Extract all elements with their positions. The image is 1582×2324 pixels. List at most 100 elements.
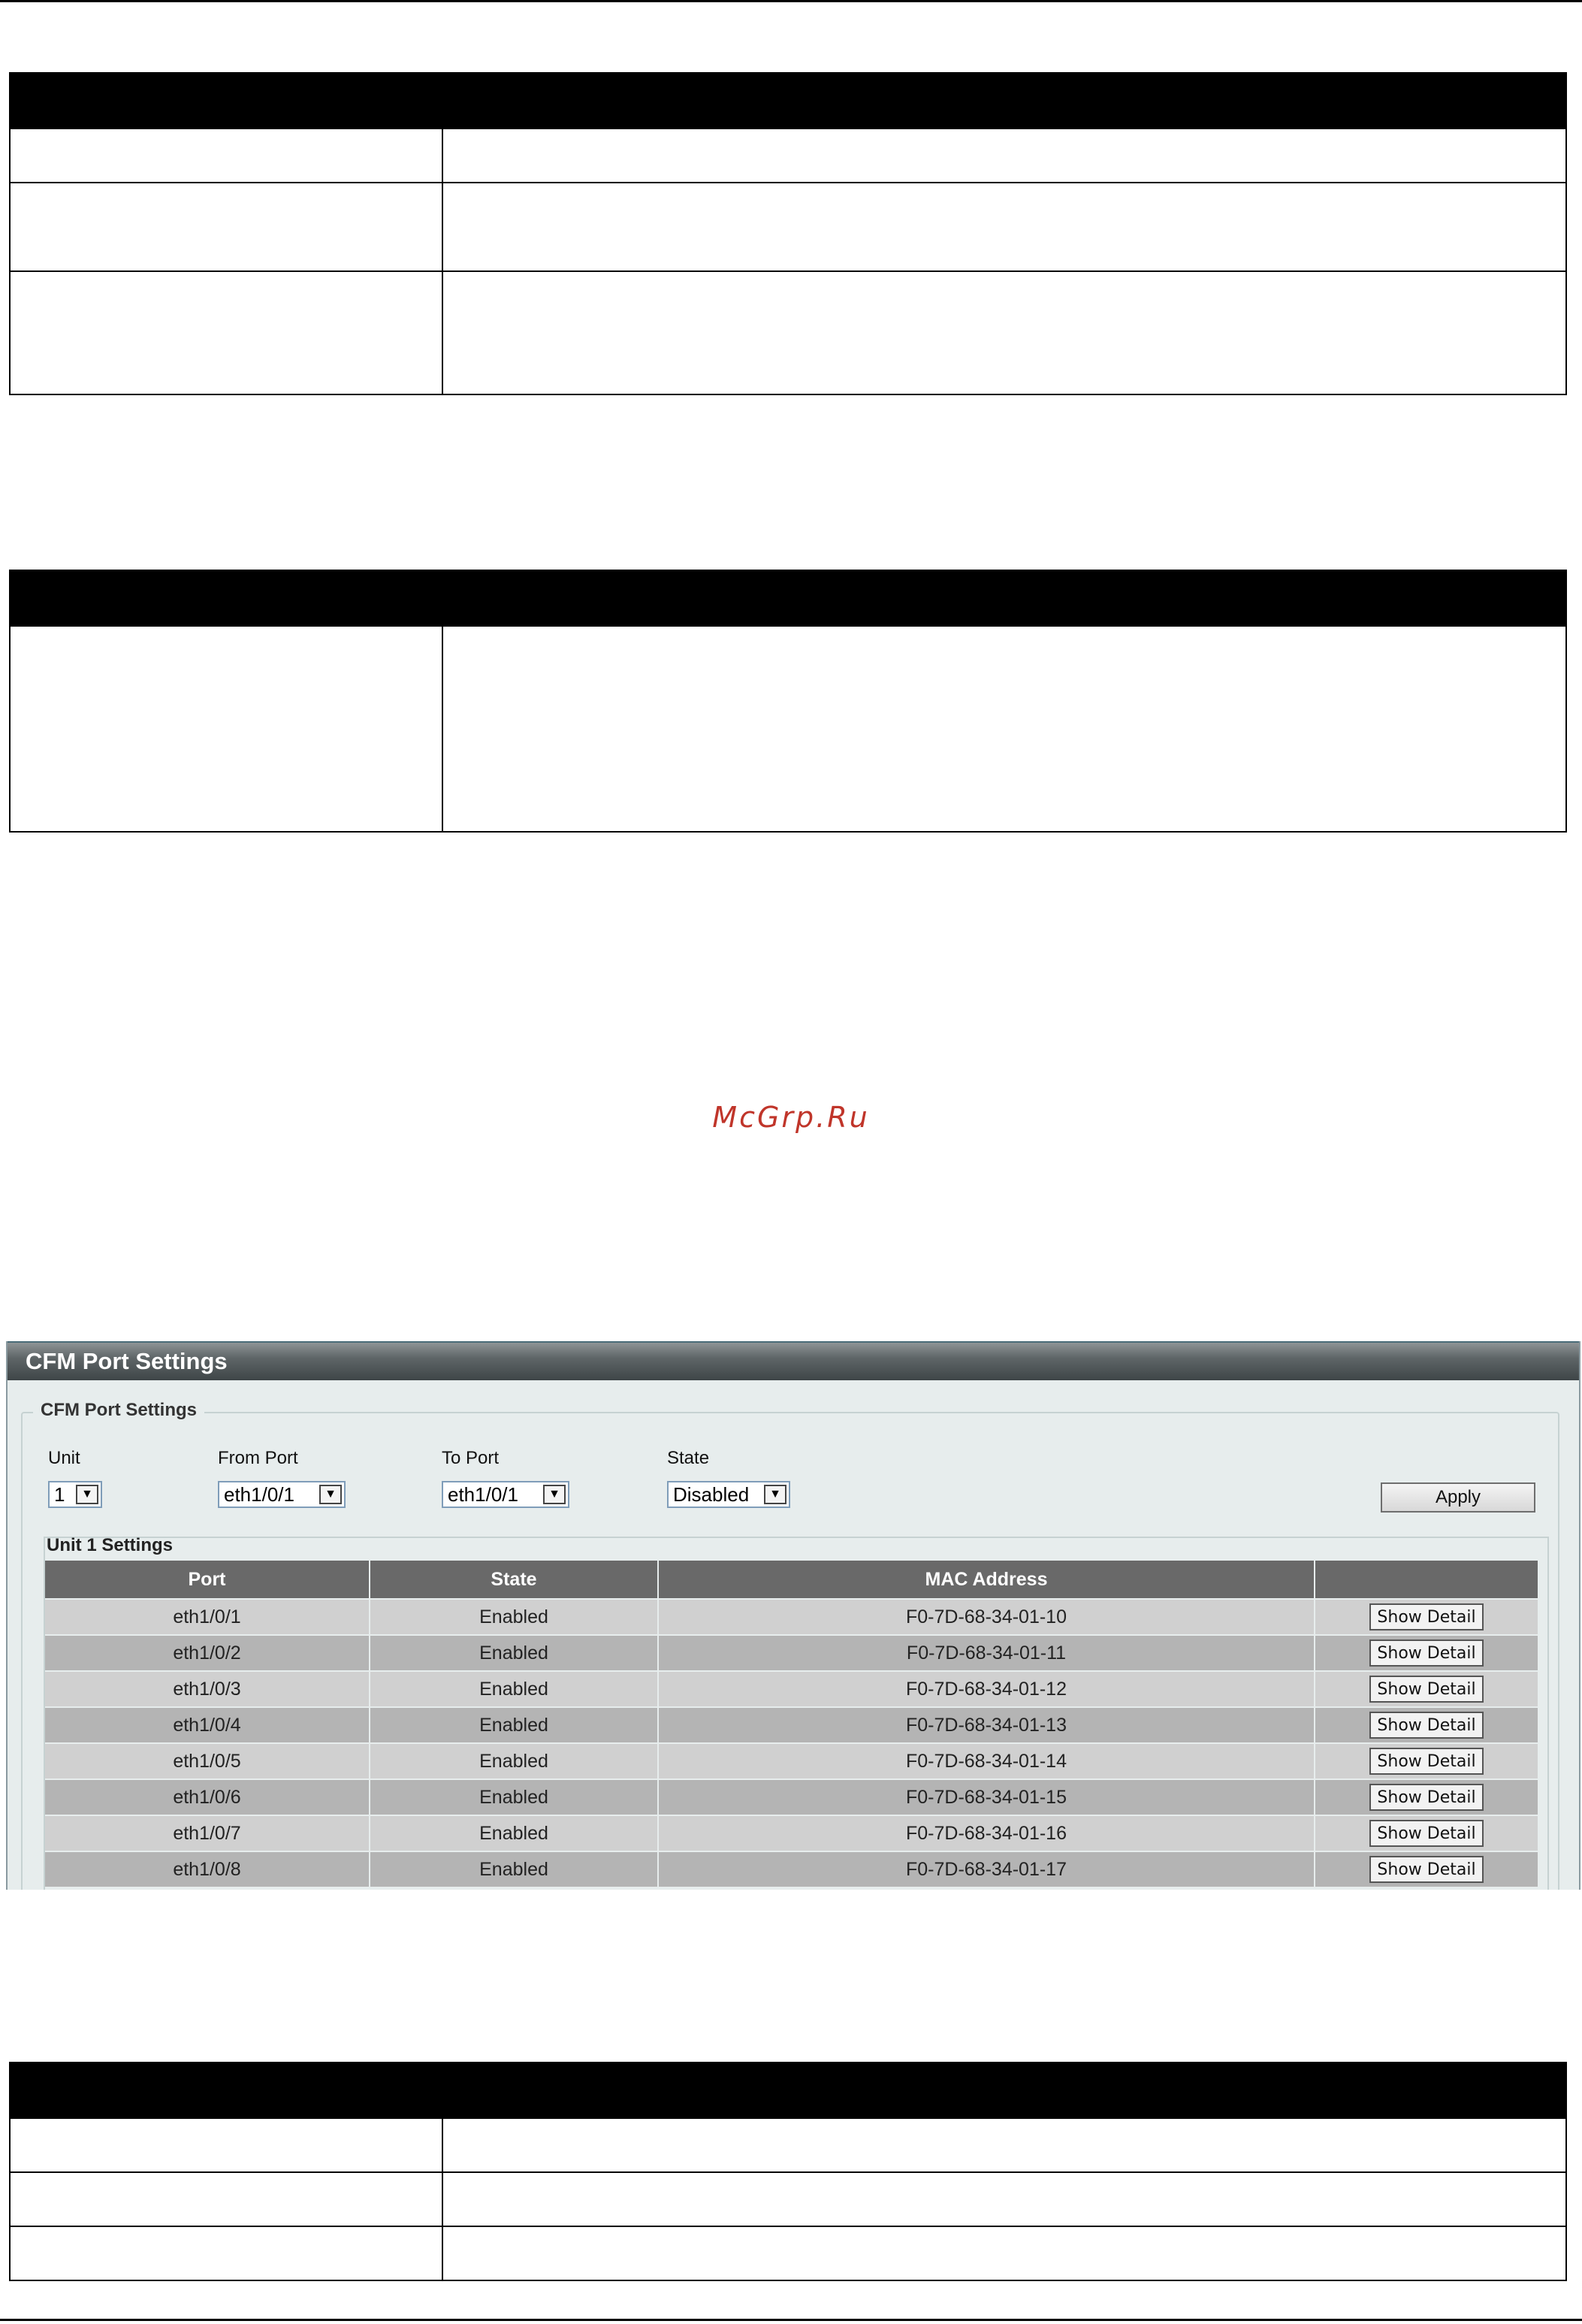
chevron-down-icon: ▼: [76, 1485, 98, 1504]
top-rule: [0, 0, 1582, 2]
show-detail-button[interactable]: Show Detail: [1369, 1712, 1484, 1739]
table-cell: [442, 182, 1567, 272]
show-detail-button[interactable]: Show Detail: [1369, 1856, 1484, 1883]
show-detail-button[interactable]: Show Detail: [1369, 1639, 1484, 1667]
watermark: McGrp.Ru: [712, 1101, 870, 1134]
table-header: [442, 570, 1567, 627]
show-detail-button[interactable]: Show Detail: [1369, 1748, 1484, 1775]
unit-select-value: 1: [54, 1483, 65, 1506]
state-cell: Enabled: [370, 1634, 659, 1671]
chevron-down-icon: ▼: [764, 1485, 786, 1504]
state-label: State: [667, 1448, 710, 1468]
table-cell: [9, 128, 443, 183]
cfm-port-settings-panel: CFM Port Settings CFM Port Settings Unit…: [6, 1341, 1580, 1890]
column-header-state: State: [370, 1561, 659, 1599]
table-cell: [9, 182, 443, 272]
to-port-select-value: eth1/0/1: [448, 1483, 518, 1506]
port-cell: eth1/0/8: [45, 1851, 370, 1887]
port-cell: eth1/0/3: [45, 1670, 370, 1707]
table-cell: [9, 2171, 443, 2227]
table-header: [9, 72, 443, 129]
table-cell: [9, 625, 443, 833]
table-header: [9, 2062, 443, 2119]
mac-cell: F0-7D-68-34-01-17: [658, 1851, 1315, 1887]
mac-cell: F0-7D-68-34-01-14: [658, 1742, 1315, 1779]
unit-settings-title: Unit 1 Settings: [47, 1535, 174, 1555]
state-cell: Enabled: [370, 1706, 659, 1743]
state-select[interactable]: Disabled ▼: [667, 1481, 790, 1508]
port-cell: eth1/0/5: [45, 1742, 370, 1779]
action-cell: Show Detail: [1315, 1634, 1539, 1671]
table-header: [9, 570, 443, 627]
unit-select[interactable]: 1 ▼: [48, 1481, 102, 1508]
action-cell: Show Detail: [1315, 1598, 1539, 1635]
action-cell: Show Detail: [1315, 1779, 1539, 1815]
port-cell: eth1/0/7: [45, 1815, 370, 1851]
port-cell: eth1/0/2: [45, 1634, 370, 1671]
state-cell: Enabled: [370, 1779, 659, 1815]
table-cell: [9, 270, 443, 395]
show-detail-button[interactable]: Show Detail: [1369, 1676, 1484, 1703]
action-cell: Show Detail: [1315, 1851, 1539, 1887]
state-cell: Enabled: [370, 1851, 659, 1887]
chevron-down-icon: ▼: [543, 1485, 566, 1504]
mac-cell: F0-7D-68-34-01-10: [658, 1598, 1315, 1635]
table-cell: [442, 625, 1567, 833]
mac-cell: F0-7D-68-34-01-11: [658, 1634, 1315, 1671]
table-cell: [442, 2117, 1567, 2173]
table-cell: [442, 2226, 1567, 2281]
column-header-mac-address: MAC Address: [658, 1561, 1315, 1599]
panel-title: CFM Port Settings: [8, 1341, 1579, 1380]
action-cell: Show Detail: [1315, 1670, 1539, 1707]
action-cell: Show Detail: [1315, 1742, 1539, 1779]
column-header-port: Port: [45, 1561, 370, 1599]
table-row: eth1/0/6 Enabled F0-7D-68-34-01-15 Show …: [45, 1779, 1539, 1815]
show-detail-button[interactable]: Show Detail: [1369, 1820, 1484, 1847]
state-cell: Enabled: [370, 1815, 659, 1851]
action-cell: Show Detail: [1315, 1815, 1539, 1851]
show-detail-button[interactable]: Show Detail: [1369, 1784, 1484, 1811]
table-header: [442, 72, 1567, 129]
table-header: [442, 2062, 1567, 2119]
apply-button[interactable]: Apply: [1381, 1482, 1535, 1513]
mac-cell: F0-7D-68-34-01-15: [658, 1779, 1315, 1815]
parameter-table-3: [9, 2062, 1567, 2281]
table-cell: [442, 270, 1567, 395]
table-row: eth1/0/4 Enabled F0-7D-68-34-01-13 Show …: [45, 1706, 1539, 1743]
table-row: eth1/0/8 Enabled F0-7D-68-34-01-17 Show …: [45, 1851, 1539, 1887]
table-row: eth1/0/5 Enabled F0-7D-68-34-01-14 Show …: [45, 1742, 1539, 1779]
column-header-action: [1315, 1561, 1539, 1599]
chevron-down-icon: ▼: [319, 1485, 342, 1504]
mac-cell: F0-7D-68-34-01-12: [658, 1670, 1315, 1707]
to-port-label: To Port: [442, 1448, 500, 1468]
bottom-rule: [0, 2319, 1582, 2321]
state-cell: Enabled: [370, 1742, 659, 1779]
port-cell: eth1/0/4: [45, 1706, 370, 1743]
table-cell: [442, 2171, 1567, 2227]
action-cell: Show Detail: [1315, 1706, 1539, 1743]
show-detail-button[interactable]: Show Detail: [1369, 1603, 1484, 1630]
table-row: eth1/0/3 Enabled F0-7D-68-34-01-12 Show …: [45, 1670, 1539, 1707]
state-cell: Enabled: [370, 1598, 659, 1635]
from-port-select[interactable]: eth1/0/1 ▼: [218, 1481, 346, 1508]
parameter-table-2: [9, 570, 1567, 833]
mac-cell: F0-7D-68-34-01-13: [658, 1706, 1315, 1743]
port-cell: eth1/0/6: [45, 1779, 370, 1815]
table-row: eth1/0/1 Enabled F0-7D-68-34-01-10 Show …: [45, 1598, 1539, 1635]
from-port-label: From Port: [218, 1448, 298, 1468]
mac-cell: F0-7D-68-34-01-16: [658, 1815, 1315, 1851]
table-cell: [9, 2117, 443, 2173]
parameter-table-1: [9, 72, 1567, 395]
table-row: eth1/0/2 Enabled F0-7D-68-34-01-11 Show …: [45, 1634, 1539, 1671]
port-cell: eth1/0/1: [45, 1598, 370, 1635]
to-port-select[interactable]: eth1/0/1 ▼: [442, 1481, 569, 1508]
state-select-value: Disabled: [673, 1483, 750, 1506]
table-cell: [9, 2226, 443, 2281]
table-cell: [442, 128, 1567, 183]
state-cell: Enabled: [370, 1670, 659, 1707]
unit-label: Unit: [48, 1448, 80, 1468]
cfm-port-table: Port State MAC Address eth1/0/1 Enabled …: [45, 1561, 1539, 1887]
table-row: eth1/0/7 Enabled F0-7D-68-34-01-16 Show …: [45, 1815, 1539, 1851]
fieldset-legend: CFM Port Settings: [33, 1400, 204, 1421]
from-port-select-value: eth1/0/1: [224, 1483, 294, 1506]
